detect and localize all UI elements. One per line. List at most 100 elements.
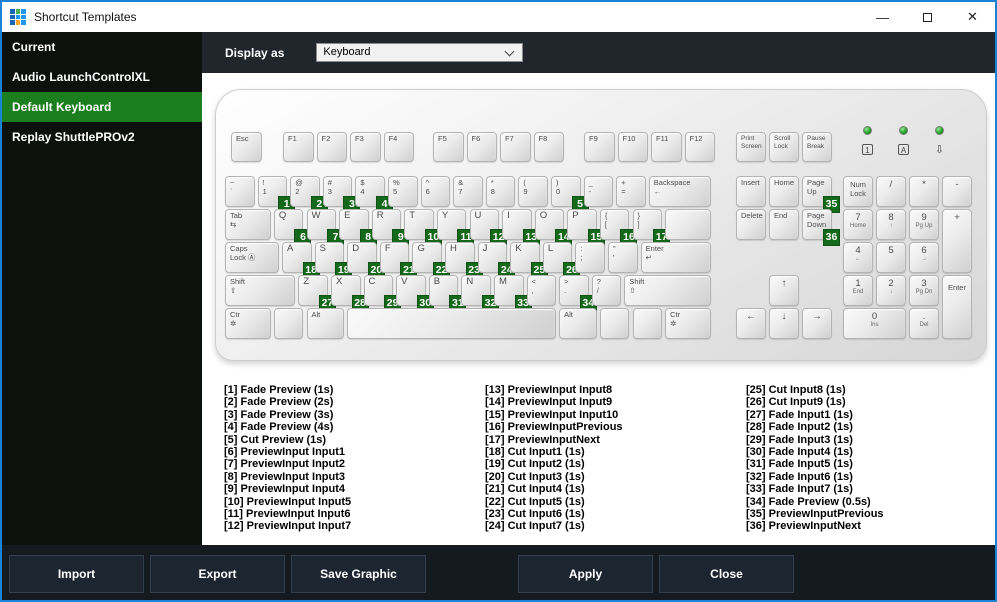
key-delete: Delete bbox=[736, 209, 766, 240]
legend-item: [23] Cut Input6 (1s) bbox=[485, 508, 585, 521]
footer-spacer bbox=[432, 555, 518, 593]
legend-item: [27] Fade Input1 (1s) bbox=[746, 408, 853, 421]
key-blank bbox=[599, 308, 630, 339]
key-k: K 25 bbox=[510, 242, 548, 279]
app-icon-tile bbox=[21, 20, 26, 25]
shortcut-templates-window: Shortcut Templates — ✕ Current Audio Lau… bbox=[0, 0, 997, 602]
key-label: Scroll Lock bbox=[774, 135, 791, 150]
key-symbol: / bbox=[876, 176, 906, 207]
maximize-button[interactable] bbox=[905, 2, 950, 32]
key-label: * 8 bbox=[490, 178, 495, 196]
key-label: E bbox=[344, 210, 351, 221]
key-blank bbox=[347, 308, 557, 339]
key-home: Home bbox=[769, 176, 799, 207]
key-symbol: + = bbox=[616, 176, 646, 207]
key-label: N bbox=[466, 276, 474, 287]
key-sublabel: → bbox=[921, 255, 927, 262]
key-label: < , bbox=[531, 277, 536, 295]
sidebar-item-replay-shuttleprov2[interactable]: Replay ShuttlePROv2 bbox=[2, 122, 202, 152]
template-list: Current Audio LaunchControlXL Default Ke… bbox=[2, 32, 202, 545]
key-h: H 23 bbox=[445, 242, 483, 279]
sidebar-item-default-keyboard[interactable]: Default Keyboard bbox=[2, 92, 202, 122]
key-alt: Alt bbox=[306, 308, 345, 339]
led-symbol-icon: 1 bbox=[862, 144, 873, 155]
key-d: D 20 bbox=[347, 242, 385, 279]
key-symbol: < , bbox=[526, 275, 557, 306]
led-indicator-1: 1 bbox=[861, 126, 874, 158]
led-symbol-icon: ⇩ bbox=[934, 144, 945, 156]
sidebar-item-audio-launchcontrolxl[interactable]: Audio LaunchControlXL bbox=[2, 62, 202, 92]
key-label: Q bbox=[278, 210, 287, 221]
app-icon-tile bbox=[21, 9, 26, 14]
sidebar-item-current[interactable]: Current bbox=[2, 32, 202, 62]
key-f11: F11 bbox=[651, 132, 682, 162]
key-backspace: Backspace ← bbox=[648, 176, 711, 207]
key-symbol: * bbox=[909, 176, 939, 207]
key-7: & 7 bbox=[453, 176, 483, 207]
display-as-bar: Display as Keyboard bbox=[202, 32, 995, 73]
key-label: Ctr ✲ bbox=[670, 310, 681, 328]
key-g: G 22 bbox=[412, 242, 451, 279]
key-f10: F10 bbox=[617, 132, 648, 162]
legend-item: [19] Cut Input2 (1s) bbox=[485, 458, 585, 471]
key-label: ! 1 bbox=[262, 178, 267, 196]
key-sublabel: Home bbox=[849, 222, 866, 229]
key-label bbox=[634, 309, 662, 311]
key-2: 2 ↓ bbox=[876, 275, 906, 306]
key-c: C 29 bbox=[363, 275, 402, 312]
key-label bbox=[666, 210, 710, 212]
apply-button[interactable]: Apply bbox=[518, 554, 653, 593]
key-esc: Esc bbox=[231, 132, 262, 162]
key-v: V 30 bbox=[396, 275, 434, 312]
key-label: F12 bbox=[689, 134, 703, 143]
key-label: 4 bbox=[855, 245, 861, 256]
close-button[interactable]: ✕ bbox=[950, 2, 995, 32]
key-label: Esc bbox=[236, 134, 249, 143]
key-f1: F1 bbox=[283, 132, 314, 162]
key-symbol: - bbox=[942, 176, 972, 207]
key-9: 9 Pg Up bbox=[909, 209, 939, 240]
key-label: Backspace ← bbox=[653, 178, 691, 196]
key-1: 1 End bbox=[843, 275, 873, 306]
key-symbol: → bbox=[802, 308, 832, 339]
key-symbol: " ' bbox=[608, 242, 638, 273]
key-w: W7 bbox=[306, 209, 345, 246]
key-4: $ 44 bbox=[355, 176, 393, 213]
key-blank bbox=[665, 209, 711, 240]
key-f4: F4 bbox=[383, 132, 414, 162]
led-symbol-icon: A bbox=[898, 144, 909, 155]
key-6: ^ 6 bbox=[420, 176, 451, 207]
legend-item: [17] PreviewInputNext bbox=[485, 433, 600, 446]
key-i: I 13 bbox=[502, 209, 540, 246]
save-graphic-button[interactable]: Save Graphic bbox=[291, 554, 426, 593]
key-6: 6 → bbox=[909, 242, 939, 273]
footer-bar: Import Export Save Graphic Apply Close bbox=[2, 545, 995, 600]
key-label: + = bbox=[621, 178, 626, 196]
key-label: 5 bbox=[888, 245, 894, 256]
key-label: - bbox=[955, 179, 959, 190]
legend-item: [11] PreviewInput Input6 bbox=[224, 508, 351, 521]
key-label: Pause Break bbox=[807, 135, 826, 150]
legend-item: [5] Cut Preview (1s) bbox=[224, 433, 327, 446]
key-f7: F7 bbox=[500, 132, 531, 162]
app-icon-tile bbox=[15, 9, 21, 14]
key-label: → bbox=[812, 311, 822, 322]
display-as-dropdown[interactable]: Keyboard bbox=[316, 43, 524, 62]
key-insert: Insert bbox=[736, 176, 766, 207]
legend-item: [14] PreviewInput Input9 bbox=[485, 396, 613, 409]
window-controls: — ✕ bbox=[860, 2, 995, 32]
import-button[interactable]: Import bbox=[9, 554, 144, 593]
key-symbol: + bbox=[942, 209, 972, 273]
key-label: S bbox=[319, 243, 326, 254]
minimize-button[interactable]: — bbox=[860, 2, 905, 32]
export-button[interactable]: Export bbox=[150, 554, 285, 593]
key-label: F10 bbox=[622, 134, 636, 143]
close-footer-button[interactable]: Close bbox=[659, 554, 794, 593]
key-label: 8 bbox=[888, 212, 894, 223]
key-p: P 15 bbox=[567, 209, 605, 246]
key-label bbox=[275, 309, 303, 311]
key-label: / bbox=[889, 179, 893, 190]
legend-item: [26] Cut Input9 (1s) bbox=[746, 396, 846, 409]
key-alt: Alt bbox=[559, 308, 597, 339]
key-0: ) 05 bbox=[551, 176, 589, 213]
